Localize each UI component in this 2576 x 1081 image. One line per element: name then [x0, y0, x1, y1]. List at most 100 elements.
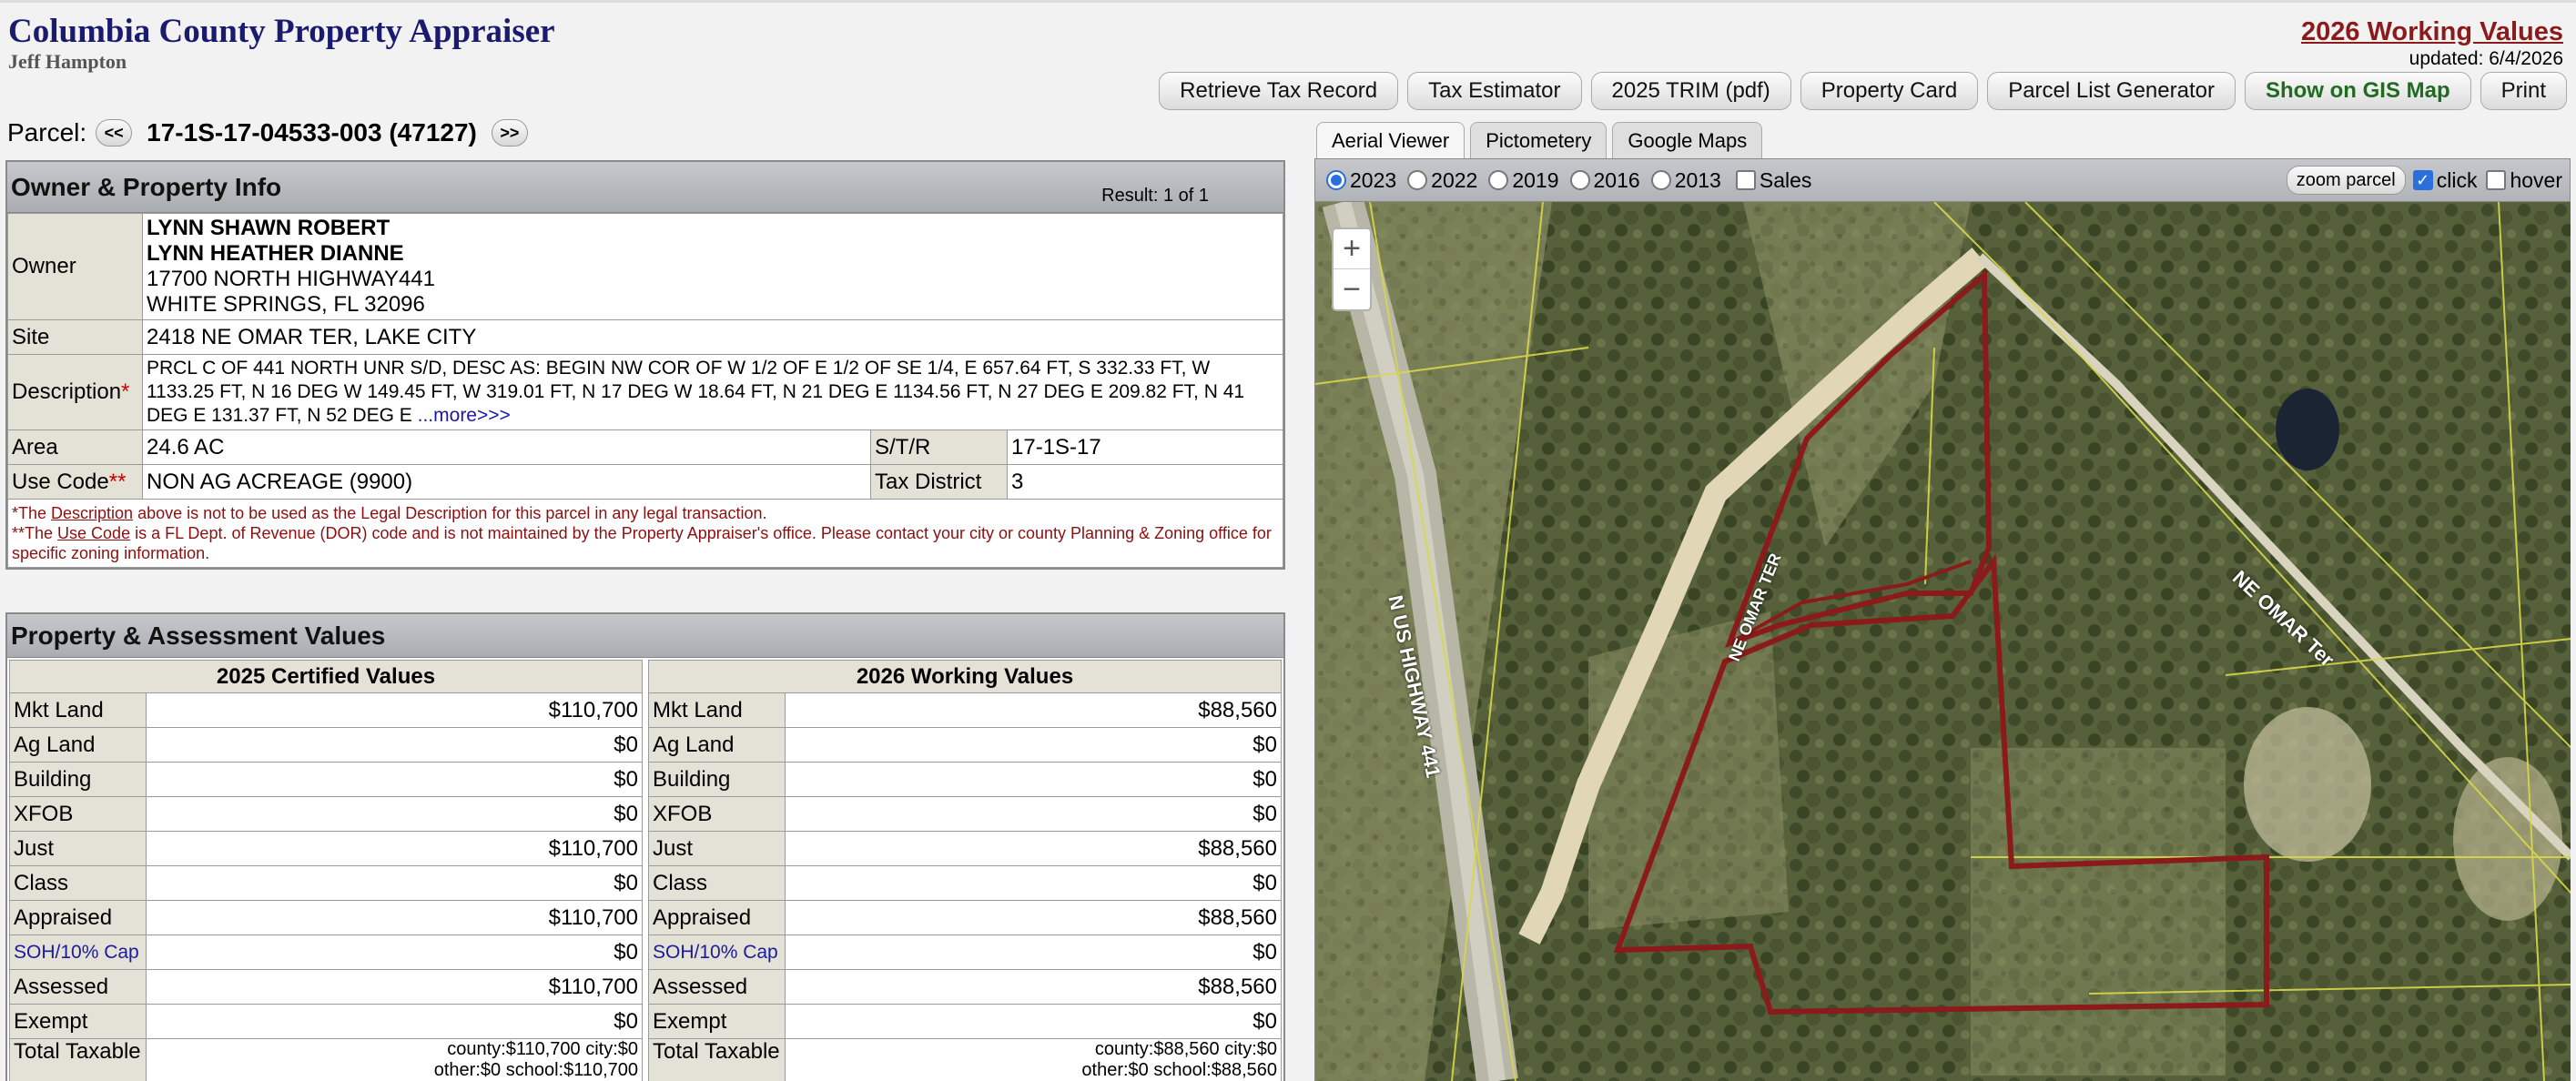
- use-code-note-link[interactable]: Use Code: [57, 524, 130, 542]
- value-row: Exempt $0: [9, 1004, 643, 1039]
- value-label: Exempt: [9, 1004, 147, 1039]
- owner-panel-header: Owner & Property Info Result: 1 of 1: [7, 162, 1283, 213]
- prev-parcel-button[interactable]: <<: [96, 119, 133, 146]
- year-label: 2013: [1674, 167, 1721, 192]
- value-label: Exempt: [648, 1004, 786, 1039]
- certified-values-header: 2025 Certified Values: [9, 660, 643, 693]
- description-text: PRCL C OF 441 NORTH UNR S/D, DESC AS: BE…: [147, 358, 1245, 426]
- tax-estimator-button[interactable]: Tax Estimator: [1407, 72, 1582, 110]
- total-taxable-value: county:$110,700 city:$0 other:$0 school:$…: [146, 1038, 643, 1081]
- zoom-in-button[interactable]: +: [1334, 229, 1370, 269]
- total-taxable-label: Total Taxable: [9, 1038, 147, 1081]
- note-text: **The: [12, 524, 58, 542]
- value-row: Class $0: [9, 865, 643, 901]
- values-tables: 2025 Certified Values Mkt Land $110,700 Ag…: [7, 658, 1283, 1081]
- value-amount: $110,700: [146, 692, 643, 728]
- zoom-out-button[interactable]: −: [1334, 269, 1370, 309]
- value-amount: $110,700: [146, 969, 643, 1005]
- click-toggle[interactable]: ✓ click: [2412, 167, 2478, 193]
- working-values-header: 2026 Working Values: [648, 660, 1282, 693]
- tab-pictometery[interactable]: Pictometery: [1470, 122, 1607, 158]
- year-label: 2023: [1350, 167, 1397, 192]
- year-option-2022[interactable]: 2022: [1407, 168, 1477, 193]
- value-label: Just: [9, 831, 147, 866]
- value-label[interactable]: SOH/10% Cap: [648, 935, 786, 970]
- total-taxable-line: county:$110,700 city:$0: [447, 1039, 638, 1059]
- value-label: Appraised: [648, 900, 786, 935]
- value-amount: $110,700: [146, 900, 643, 935]
- checkbox-checked-icon[interactable]: ✓: [2412, 170, 2433, 190]
- owner-info-table: Owner LYNN SHAWN ROBERT LYNN HEATHER DIA…: [7, 213, 1283, 500]
- value-row: Exempt $0: [648, 1004, 1282, 1039]
- area-label: Area: [7, 429, 143, 465]
- owner-line: LYNN SHAWN ROBERT: [147, 216, 390, 240]
- value-row: Building $0: [9, 762, 643, 797]
- checkbox-icon[interactable]: [2486, 170, 2507, 190]
- value-row: Class $0: [648, 865, 1282, 901]
- value-amount: $0: [785, 796, 1282, 832]
- checkbox-icon[interactable]: [1735, 170, 1756, 190]
- map-toolbar: 2023 2022 2019 2016 2013 Sales zoom parc…: [1314, 158, 2571, 202]
- zoom-parcel-button[interactable]: zoom parcel: [2286, 166, 2406, 195]
- property-card-button[interactable]: Property Card: [1800, 72, 1979, 110]
- sales-toggle[interactable]: Sales: [1735, 168, 1811, 193]
- click-label: click: [2436, 167, 2478, 192]
- value-amount: $0: [146, 865, 643, 901]
- owner-line: 17700 NORTH HIGHWAY441: [147, 267, 436, 291]
- value-amount: $88,560: [785, 692, 1282, 728]
- aerial-map[interactable]: N US HIGHWAY 441 NE OMAR Ter NE OMAR TER…: [1314, 202, 2571, 1081]
- tab-aerial-viewer[interactable]: Aerial Viewer: [1316, 122, 1465, 158]
- use-code-asterisks: **: [108, 469, 127, 494]
- aerial-imagery[interactable]: [1315, 202, 2571, 1081]
- note-text: is a FL Dept. of Revenue (DOR) code and …: [12, 524, 1272, 562]
- radio-icon[interactable]: [1326, 170, 1346, 190]
- description-value: PRCL C OF 441 NORTH UNR S/D, DESC AS: BE…: [142, 354, 1283, 430]
- description-asterisk: *: [121, 379, 130, 404]
- value-label[interactable]: SOH/10% Cap: [9, 935, 147, 970]
- total-taxable-line: other:$0 school:$88,560: [1081, 1060, 1277, 1080]
- radio-icon[interactable]: [1488, 170, 1509, 190]
- trim-pdf-button[interactable]: 2025 TRIM (pdf): [1590, 72, 1791, 110]
- working-values-link[interactable]: 2026 Working Values: [2301, 17, 2563, 47]
- parcel-list-generator-button[interactable]: Parcel List Generator: [1987, 72, 2236, 110]
- print-button[interactable]: Print: [2480, 72, 2567, 110]
- description-row: Description* PRCL C OF 441 NORTH UNR S/D…: [7, 354, 1283, 430]
- owner-label: Owner: [7, 213, 143, 320]
- description-note-link[interactable]: Description: [51, 504, 133, 522]
- value-amount: $0: [785, 762, 1282, 797]
- value-label: Building: [648, 762, 786, 797]
- value-amount: $0: [785, 935, 1282, 970]
- hover-toggle[interactable]: hover: [2486, 168, 2562, 193]
- year-option-2016[interactable]: 2016: [1569, 168, 1640, 193]
- value-label: Assessed: [9, 969, 147, 1005]
- year-option-2019[interactable]: 2019: [1488, 168, 1559, 193]
- tab-google-maps[interactable]: Google Maps: [1612, 122, 1763, 158]
- certified-values-table: 2025 Certified Values Mkt Land $110,700 Ag…: [9, 660, 643, 1081]
- value-row: Mkt Land $88,560: [648, 692, 1282, 728]
- value-amount: $0: [785, 1004, 1282, 1039]
- year-option-2023[interactable]: 2023: [1326, 168, 1396, 193]
- radio-icon[interactable]: [1569, 170, 1590, 190]
- owner-line: LYNN HEATHER DIANNE: [147, 241, 404, 266]
- value-amount: $88,560: [785, 831, 1282, 866]
- value-row: Appraised $88,560: [648, 900, 1282, 935]
- disclaimer-notes: *The Description above is not to be used…: [7, 500, 1283, 568]
- show-on-gis-map-button[interactable]: Show on GIS Map: [2244, 72, 2471, 110]
- toolbar: Retrieve Tax Record Tax Estimator 2025 T…: [1159, 72, 2567, 110]
- str-label: S/T/R: [870, 429, 1008, 465]
- retrieve-tax-record-button[interactable]: Retrieve Tax Record: [1159, 72, 1399, 110]
- use-code-label-text: Use Code: [12, 469, 109, 494]
- hover-label: hover: [2510, 167, 2562, 192]
- total-taxable-row: Total Taxable county:$88,560 city:$0 other…: [648, 1038, 1282, 1081]
- description-more-link[interactable]: ...more>>>: [418, 405, 511, 426]
- value-row: Just $110,700: [9, 831, 643, 866]
- description-disclaimer: *The Description above is not to be used…: [12, 503, 1279, 523]
- use-code-label: Use Code**: [7, 464, 143, 500]
- radio-icon[interactable]: [1650, 170, 1671, 190]
- note-text: above is not to be used as the Legal Des…: [133, 504, 767, 522]
- next-parcel-button[interactable]: >>: [491, 119, 528, 146]
- value-amount: $0: [146, 796, 643, 832]
- radio-icon[interactable]: [1407, 170, 1428, 190]
- area-row: Area 24.6 AC S/T/R 17-1S-17: [7, 429, 1283, 465]
- year-option-2013[interactable]: 2013: [1650, 167, 1721, 193]
